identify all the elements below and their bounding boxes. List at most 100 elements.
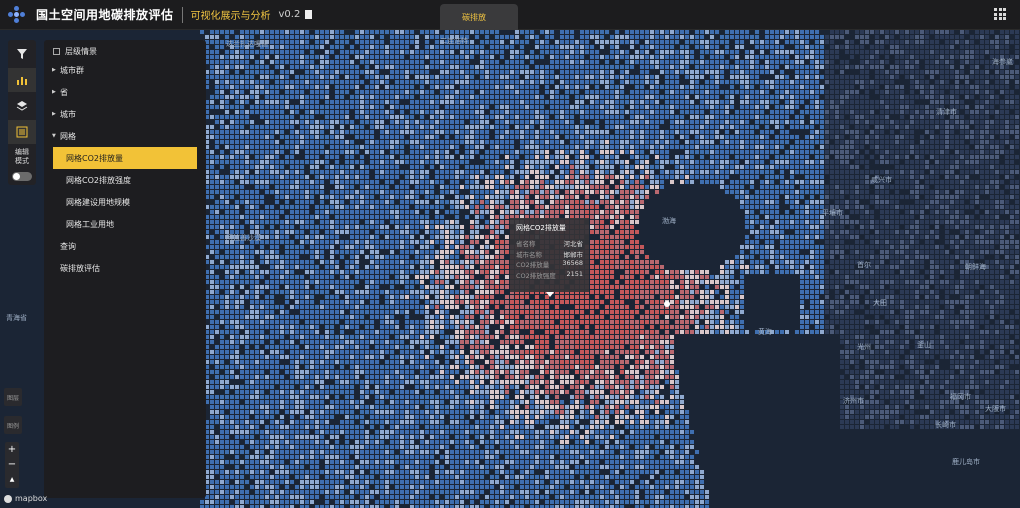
grid-cell xyxy=(920,30,924,34)
grid-cell xyxy=(290,45,294,49)
grid-cell xyxy=(630,145,634,149)
grid-cell xyxy=(420,65,424,69)
grid-cell xyxy=(305,160,309,164)
grid-cell xyxy=(815,120,819,124)
grid-cell xyxy=(480,145,484,149)
grid-cell xyxy=(810,170,814,174)
grid-cell xyxy=(800,170,804,174)
grid-cell xyxy=(545,40,549,44)
grid-cell xyxy=(830,195,834,199)
grid-cell xyxy=(380,160,384,164)
grid-cell xyxy=(835,165,839,169)
grid-cell xyxy=(880,50,884,54)
grid-cell xyxy=(210,30,214,34)
grid-cell xyxy=(860,160,864,164)
grid-cell xyxy=(955,150,959,154)
grid-cell xyxy=(545,135,549,139)
grid-cell xyxy=(340,120,344,124)
grid-cell xyxy=(475,105,479,109)
grid-cell xyxy=(480,155,484,159)
grid-cell xyxy=(570,90,574,94)
grid-cell xyxy=(655,95,659,99)
grid-cell xyxy=(445,190,449,194)
app-grid-icon[interactable] xyxy=(994,8,1006,20)
grid-cell xyxy=(815,110,819,114)
grid-cell xyxy=(675,120,679,124)
grid-cell xyxy=(495,40,499,44)
grid-cell xyxy=(940,135,944,139)
grid-cell xyxy=(420,180,424,184)
grid-cell xyxy=(630,140,634,144)
grid-cell xyxy=(275,110,279,114)
grid-cell xyxy=(380,170,384,174)
grid-cell xyxy=(725,65,729,69)
grid-cell xyxy=(755,60,759,64)
grid-cell xyxy=(765,150,769,154)
grid-cell xyxy=(335,165,339,169)
grid-cell xyxy=(695,145,699,149)
grid-cell xyxy=(900,170,904,174)
grid-cell xyxy=(795,105,799,109)
grid-cell xyxy=(600,170,604,174)
grid-cell xyxy=(380,60,384,64)
grid-cell xyxy=(765,40,769,44)
grid-cell xyxy=(420,80,424,84)
grid-cell xyxy=(615,65,619,69)
grid-cell xyxy=(510,80,514,84)
document-icon[interactable] xyxy=(305,10,313,19)
grid-cell xyxy=(535,190,539,194)
grid-cell xyxy=(910,50,914,54)
grid-cell xyxy=(400,115,404,119)
tab-carbon-emission[interactable]: 碳排放 xyxy=(440,4,518,30)
grid-cell xyxy=(440,50,444,54)
grid-cell xyxy=(625,110,629,114)
grid-cell xyxy=(875,50,879,54)
grid-cell xyxy=(575,160,579,164)
grid-cell xyxy=(900,65,904,69)
grid-cell xyxy=(850,145,854,149)
grid-cell xyxy=(450,140,454,144)
grid-cell xyxy=(770,120,774,124)
grid-cell xyxy=(385,75,389,79)
grid-cell xyxy=(605,105,609,109)
grid-cell xyxy=(530,160,534,164)
grid-cell xyxy=(735,65,739,69)
grid-cell xyxy=(510,90,514,94)
grid-cell xyxy=(265,175,269,179)
grid-cell xyxy=(340,110,344,114)
grid-cell xyxy=(820,185,824,189)
grid-cell xyxy=(525,75,529,79)
grid-cell xyxy=(700,45,704,49)
grid-cell xyxy=(955,135,959,139)
grid-cell xyxy=(530,90,534,94)
grid-cell xyxy=(275,160,279,164)
grid-cell xyxy=(675,50,679,54)
grid-cell xyxy=(875,105,879,109)
grid-cell xyxy=(520,145,524,149)
grid-cell xyxy=(485,135,489,139)
grid-cell xyxy=(395,65,399,69)
grid-cell xyxy=(960,105,964,109)
grid-cell xyxy=(970,190,974,194)
grid-cell xyxy=(735,60,739,64)
grid-cell xyxy=(740,145,744,149)
grid-cell xyxy=(460,70,464,74)
grid-cell xyxy=(300,125,304,129)
grid-cell xyxy=(410,30,414,34)
grid-cell xyxy=(835,160,839,164)
grid-cell xyxy=(990,30,994,34)
grid-cell xyxy=(660,40,664,44)
grid-cell xyxy=(325,95,329,99)
grid-cell xyxy=(540,120,544,124)
grid-cell xyxy=(490,195,494,199)
grid-cell xyxy=(940,70,944,74)
grid-cell xyxy=(860,85,864,89)
grid-cell xyxy=(395,95,399,99)
grid-cell xyxy=(655,185,659,189)
grid-cell xyxy=(510,85,514,89)
grid-cell xyxy=(405,185,409,189)
grid-cell xyxy=(655,40,659,44)
grid-cell xyxy=(235,105,239,109)
grid-cell xyxy=(580,180,584,184)
grid-cell xyxy=(905,130,909,134)
